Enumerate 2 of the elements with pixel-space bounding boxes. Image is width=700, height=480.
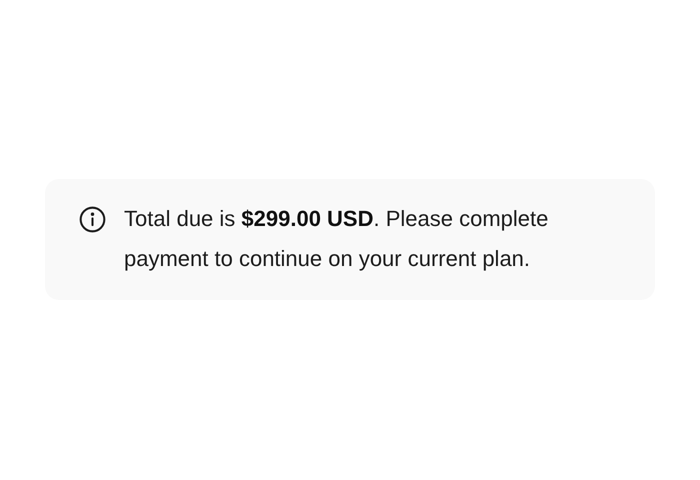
info-icon — [79, 206, 106, 232]
notice-text: Total due is $299.00 USD. Please complete payment to continue on your current plan. — [124, 204, 550, 273]
